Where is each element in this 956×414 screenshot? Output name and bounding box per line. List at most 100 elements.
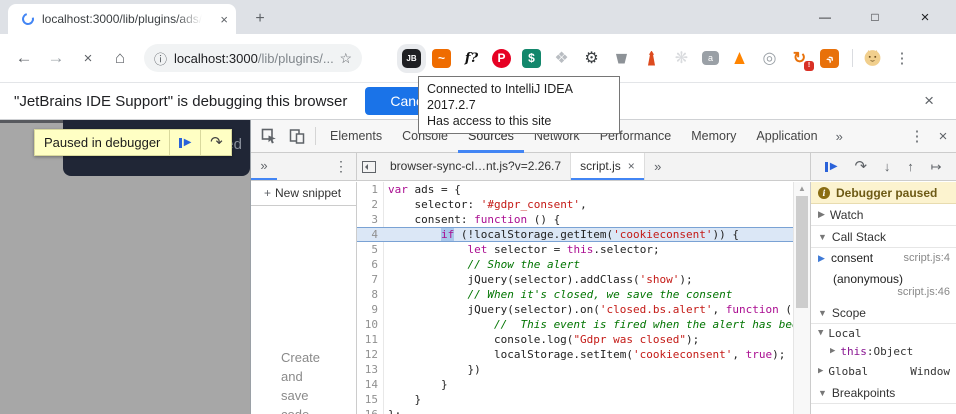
call-stack-frame[interactable]: ▶consentscript.js:4 xyxy=(811,248,956,268)
reload-error-icon[interactable]: ↻! xyxy=(790,49,809,68)
line-number[interactable]: 7 xyxy=(357,272,383,287)
line-number[interactable]: 15 xyxy=(357,392,383,407)
forward-button[interactable]: → xyxy=(40,48,72,68)
scope-global-row[interactable]: ▶ Global Window xyxy=(811,360,956,382)
file-tab-close-icon[interactable]: × xyxy=(628,153,635,180)
tab-elements[interactable]: Elements xyxy=(320,120,392,153)
line-number[interactable]: 14 xyxy=(357,377,383,392)
line-number[interactable]: 2 xyxy=(357,197,383,212)
code-line[interactable]: 2 selector: '#gdpr_consent', xyxy=(357,197,793,212)
code-line[interactable]: 12 localStorage.setItem('cookieconsent',… xyxy=(357,347,793,362)
code-line[interactable]: 11 console.log("Gdpr was closed"); xyxy=(357,332,793,347)
browser-menu-icon[interactable]: ⋮ xyxy=(890,49,914,67)
window-minimize-button[interactable]: — xyxy=(810,10,840,24)
code-line[interactable]: 9 jQuery(selector).on('closed.bs.alert',… xyxy=(357,302,793,317)
scrollbar-thumb[interactable] xyxy=(796,196,808,308)
file-tab-browser-sync-cl-nt-js-v-2-26-7[interactable]: browser-sync-cl…nt.js?v=2.26.7 xyxy=(381,153,571,180)
line-number[interactable]: 6 xyxy=(357,257,383,272)
resume-script-icon[interactable]: ▶ xyxy=(825,162,837,172)
scope-this-row[interactable]: ▶ this: Object xyxy=(811,342,956,360)
window-maximize-button[interactable]: □ xyxy=(860,10,890,24)
infobar-close-icon[interactable]: × xyxy=(924,91,934,111)
devtools-close-icon[interactable]: × xyxy=(930,128,956,145)
line-number[interactable]: 8 xyxy=(357,287,383,302)
debugger-controls: ▶ ↷ ↓ ↑ ↦ xyxy=(810,153,956,180)
code-line[interactable]: 1var ads = { xyxy=(357,182,793,197)
code-line[interactable]: 7 jQuery(selector).addClass('show'); xyxy=(357,272,793,287)
line-number[interactable]: 1 xyxy=(357,182,383,197)
code-line[interactable]: 16}; xyxy=(357,407,793,414)
file-tabs-overflow[interactable]: » xyxy=(645,153,671,180)
navigator-tabs-overflow[interactable]: » xyxy=(251,153,277,180)
stop-button[interactable]: × xyxy=(72,50,104,67)
rss-icon[interactable]: » xyxy=(820,49,839,68)
window-close-button[interactable]: × xyxy=(910,9,940,26)
code-line[interactable]: 6 // Show the alert xyxy=(357,257,793,272)
analytics-icon[interactable]: ~ xyxy=(432,49,451,68)
bookmark-star-icon[interactable]: ☆ xyxy=(339,50,352,67)
step-into-icon[interactable]: ↓ xyxy=(884,160,891,173)
profile-avatar[interactable] xyxy=(863,49,882,68)
line-number[interactable]: 13 xyxy=(357,362,383,377)
clover-icon[interactable]: ❖ xyxy=(552,49,571,68)
step-over-icon[interactable]: ↷ xyxy=(854,160,867,173)
step-over-button[interactable]: ↷ xyxy=(200,130,231,155)
scrollbar-up-arrow[interactable]: ▲ xyxy=(794,182,810,196)
step-icon[interactable]: ↦ xyxy=(931,160,942,173)
chat-bubble-icon[interactable]: a xyxy=(702,51,719,65)
scope-section-header[interactable]: ▼ Scope xyxy=(811,302,956,324)
code-line[interactable]: 13 }) xyxy=(357,362,793,377)
flower-icon[interactable]: ❋ xyxy=(672,49,691,68)
line-number[interactable]: 11 xyxy=(357,332,383,347)
mathjax-icon[interactable]: f? xyxy=(462,49,481,68)
line-number[interactable]: 10 xyxy=(357,317,383,332)
lighthouse-icon[interactable] xyxy=(642,49,661,68)
step-out-icon[interactable]: ↑ xyxy=(907,160,914,173)
watch-section-header[interactable]: ▶ Watch xyxy=(811,204,956,226)
devtools-menu-icon[interactable]: ⋮ xyxy=(904,127,930,145)
address-bar[interactable]: ⓘ localhost:3000/lib/plugins/... ☆ xyxy=(144,44,362,72)
code-line[interactable]: 3 consent: function () { xyxy=(357,212,793,227)
bucket-icon[interactable] xyxy=(612,49,631,68)
code-line[interactable]: 10 // This event is fired when the alert… xyxy=(357,317,793,332)
code-line[interactable]: 5 let selector = this.selector; xyxy=(357,242,793,257)
resume-script-button[interactable]: ▶ xyxy=(169,130,200,155)
line-number[interactable]: 3 xyxy=(357,212,383,227)
breakpoints-section-header[interactable]: ▼ Breakpoints xyxy=(811,382,956,404)
browser-tab[interactable]: localhost:3000/lib/plugins/ads/ht × xyxy=(8,4,236,34)
pinterest-icon[interactable]: P xyxy=(492,49,511,68)
device-toolbar-icon[interactable] xyxy=(283,128,311,144)
file-tab-script-js[interactable]: script.js× xyxy=(571,153,645,180)
vlc-cone-icon[interactable] xyxy=(730,49,749,68)
line-number[interactable]: 5 xyxy=(357,242,383,257)
line-number[interactable]: 16 xyxy=(357,407,383,414)
tab-memory[interactable]: Memory xyxy=(681,120,746,153)
site-info-icon[interactable]: ⓘ xyxy=(154,49,167,68)
tab-close-icon[interactable]: × xyxy=(220,13,228,26)
line-number[interactable]: 4 xyxy=(357,227,383,242)
tab-application[interactable]: Application xyxy=(746,120,827,153)
call-stack-section-header[interactable]: ▼ Call Stack xyxy=(811,226,956,248)
cash-icon[interactable]: $ xyxy=(522,49,541,68)
code-line[interactable]: 8 // When it's closed, we save the conse… xyxy=(357,287,793,302)
new-snippet-button[interactable]: +New snippet xyxy=(251,182,356,206)
inspect-element-icon[interactable] xyxy=(255,128,283,144)
collapse-navigator-icon[interactable] xyxy=(357,153,381,180)
scope-local-row[interactable]: ▼ Local xyxy=(811,324,956,342)
line-number[interactable]: 12 xyxy=(357,347,383,362)
code-editor[interactable]: 1var ads = {2 selector: '#gdpr_consent',… xyxy=(357,182,810,414)
code-line[interactable]: 15 } xyxy=(357,392,793,407)
home-button[interactable]: ⌂ xyxy=(104,48,136,68)
code-line[interactable]: 4 if (!localStorage.getItem('cookieconse… xyxy=(357,227,793,242)
back-button[interactable]: ← xyxy=(8,48,40,68)
code-line[interactable]: 14 } xyxy=(357,377,793,392)
gear-icon[interactable]: ⚙ xyxy=(582,49,601,68)
devtools-tabs-overflow[interactable]: » xyxy=(828,129,851,144)
line-number[interactable]: 9 xyxy=(357,302,383,317)
new-tab-button[interactable]: + xyxy=(248,8,272,30)
orbit-icon[interactable]: ◎ xyxy=(760,49,779,68)
jetbrains-ide-support-icon[interactable]: JB xyxy=(402,49,421,68)
editor-scrollbar[interactable]: ▲ xyxy=(793,182,810,414)
call-stack-frame[interactable]: (anonymous)script.js:46 xyxy=(811,268,956,302)
navigator-menu-icon[interactable]: ⋮ xyxy=(334,158,348,175)
